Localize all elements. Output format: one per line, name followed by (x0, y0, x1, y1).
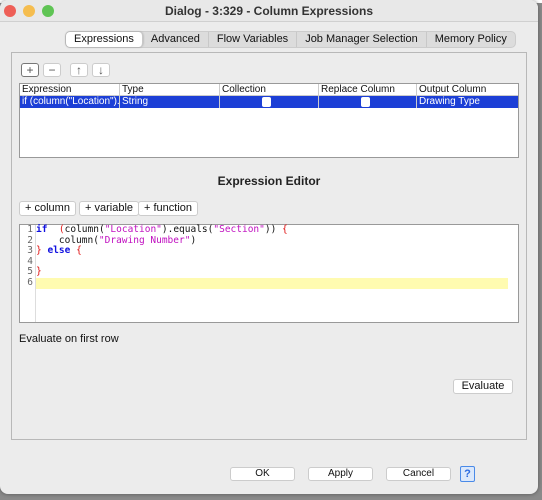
output-column-cell[interactable]: Drawing Type (417, 96, 518, 108)
collection-checkbox[interactable] (262, 97, 271, 107)
tab-job-manager-selection[interactable]: Job Manager Selection (297, 32, 427, 47)
code-content[interactable]: if (column("Location").equals("Section")… (36, 224, 508, 289)
remove-expression-button[interactable]: − (43, 63, 61, 77)
column-header[interactable]: Replace Column (319, 84, 417, 95)
insert-variable-button[interactable]: + variable (79, 201, 140, 216)
code-line[interactable]: } else { (36, 245, 508, 257)
code-line[interactable]: } (36, 267, 508, 278)
apply-button[interactable]: Apply (308, 467, 373, 481)
ok-button[interactable]: OK (230, 467, 295, 481)
evaluate-button[interactable]: Evaluate (453, 379, 513, 394)
type-cell[interactable]: String (120, 96, 220, 108)
expressions-table: Expression Type Collection Replace Colum… (19, 83, 519, 158)
help-icon[interactable]: ? (460, 466, 475, 482)
column-header[interactable]: Output Column (417, 84, 518, 95)
collection-cell[interactable] (220, 96, 319, 108)
tab-flow-variables[interactable]: Flow Variables (209, 32, 298, 47)
tab-advanced[interactable]: Advanced (143, 32, 209, 47)
insert-function-button[interactable]: + function (138, 201, 199, 216)
code-line[interactable] (36, 277, 508, 289)
line-number: 1 (27, 224, 33, 235)
expression-editor-title: Expression Editor (217, 174, 321, 188)
tab-bar: Expressions Advanced Flow Variables Job … (65, 31, 516, 48)
window-title: Dialog - 3:329 - Column Expressions (164, 4, 374, 18)
insert-column-button[interactable]: + column (19, 201, 76, 216)
zoom-button[interactable] (42, 5, 54, 17)
tab-memory-policy[interactable]: Memory Policy (427, 32, 515, 47)
line-number-gutter: 1 2 3 4 5 6 (20, 224, 36, 322)
expression-cell[interactable]: if (column("Location").... (20, 96, 120, 108)
evaluate-label: Evaluate on first row (19, 333, 119, 345)
tab-expressions[interactable]: Expressions (66, 32, 143, 47)
dialog-window: Dialog - 3:329 - Column Expressions Expr… (0, 0, 538, 494)
cancel-button[interactable]: Cancel (386, 467, 451, 481)
add-expression-button[interactable]: + (21, 63, 39, 77)
table-row[interactable]: if (column("Location").... String Drawin… (20, 96, 518, 108)
table-header: Expression Type Collection Replace Colum… (20, 84, 518, 96)
code-line[interactable] (36, 257, 508, 268)
expressions-panel: + − ↑ ↓ Expression Type Collection Repla… (11, 52, 527, 440)
move-down-button[interactable]: ↓ (92, 63, 110, 77)
minimize-button[interactable] (23, 5, 35, 17)
replace-column-cell[interactable] (319, 96, 417, 108)
title-bar: Dialog - 3:329 - Column Expressions (0, 0, 538, 22)
code-editor[interactable]: 1 2 3 4 5 6 if (column("Location").equal… (19, 224, 519, 323)
column-header[interactable]: Expression (20, 84, 120, 95)
move-up-button[interactable]: ↑ (70, 63, 88, 77)
replace-column-checkbox[interactable] (361, 97, 370, 107)
column-header[interactable]: Type (120, 84, 220, 95)
code-line[interactable]: column("Drawing Number") (36, 235, 508, 247)
close-button[interactable] (4, 5, 16, 17)
line-number: 6 (27, 276, 33, 288)
column-header[interactable]: Collection (220, 84, 319, 95)
